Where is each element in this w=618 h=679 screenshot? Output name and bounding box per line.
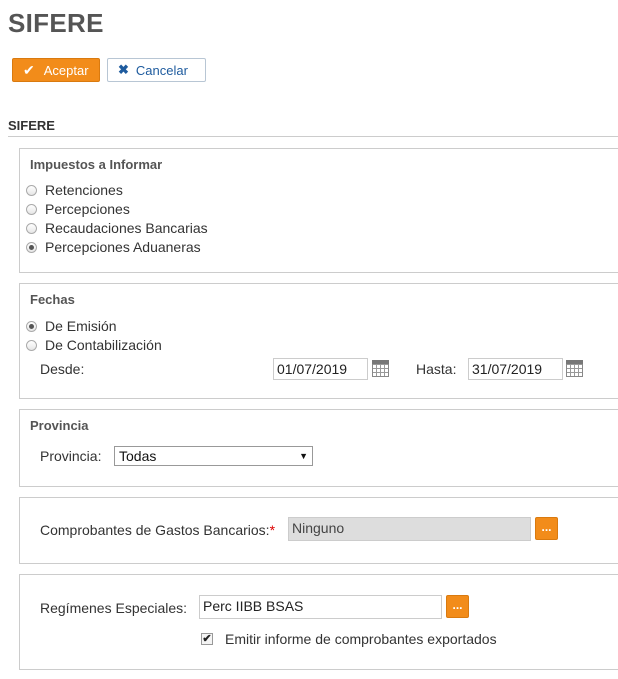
provincia-select[interactable]: Todas ▼ <box>114 446 313 466</box>
regimenes-panel: Regímenes Especiales: Perc IIBB BSAS ...… <box>19 574 618 670</box>
provincia-selected-value: Todas <box>119 448 157 464</box>
regimenes-label: Regímenes Especiales: <box>40 600 188 616</box>
cancel-button-label: Cancelar <box>135 62 188 78</box>
provincia-title: Provincia <box>30 418 89 433</box>
radio-button-selected[interactable] <box>26 320 37 332</box>
gastos-lookup-button[interactable]: ... <box>535 517 558 540</box>
section-divider <box>8 136 618 137</box>
gastos-panel: Comprobantes de Gastos Bancarios:* Ningu… <box>19 497 618 564</box>
check-icon: ✔ <box>23 61 35 78</box>
gastos-label-text: Comprobantes de Gastos Bancarios: <box>40 522 270 538</box>
radio-button[interactable] <box>26 184 37 196</box>
calendar-icon[interactable] <box>566 360 583 377</box>
section-heading: SIFERE <box>8 118 55 133</box>
provincia-panel: Provincia Provincia: Todas ▼ <box>19 409 618 487</box>
close-icon: ✖ <box>118 62 129 77</box>
required-mark: * <box>269 522 276 538</box>
radio-percepciones[interactable]: Percepciones <box>26 201 130 217</box>
regimenes-lookup-button[interactable]: ... <box>446 595 469 618</box>
cancel-button[interactable]: ✖ Cancelar <box>107 58 206 82</box>
accept-button[interactable]: ✔ Aceptar <box>12 58 100 82</box>
radio-de-emision[interactable]: De Emisión <box>26 318 117 334</box>
page-title: SIFERE <box>8 8 104 38</box>
radio-label: De Contabilización <box>45 337 162 353</box>
radio-button[interactable] <box>26 339 37 351</box>
radio-label: Retenciones <box>45 182 123 198</box>
export-report-label: Emitir informe de comprobantes exportado… <box>225 631 497 647</box>
accept-button-label: Aceptar <box>43 62 89 78</box>
calendar-icon[interactable] <box>372 360 389 377</box>
radio-percepciones-aduaneras[interactable]: Percepciones Aduaneras <box>26 239 201 255</box>
desde-date-input[interactable]: 01/07/2019 <box>273 358 368 380</box>
radio-retenciones[interactable]: Retenciones <box>26 182 123 198</box>
impuestos-title: Impuestos a Informar <box>30 157 163 172</box>
radio-recaudaciones-bancarias[interactable]: Recaudaciones Bancarias <box>26 220 208 236</box>
desde-label: Desde: <box>40 361 85 377</box>
provincia-label: Provincia: <box>40 448 102 464</box>
radio-button[interactable] <box>26 222 37 234</box>
regimenes-field[interactable]: Perc IIBB BSAS <box>199 595 442 619</box>
hasta-date-input[interactable]: 31/07/2019 <box>468 358 563 380</box>
radio-label: De Emisión <box>45 318 117 334</box>
export-report-checkbox[interactable]: ✔ <box>201 633 213 645</box>
radio-button[interactable] <box>26 203 37 215</box>
hasta-label: Hasta: <box>416 361 457 377</box>
fechas-title: Fechas <box>30 292 75 307</box>
radio-button-selected[interactable] <box>26 241 37 253</box>
fechas-panel: Fechas De Emisión De Contabilización Des… <box>19 283 618 399</box>
chevron-down-icon: ▼ <box>299 451 308 461</box>
radio-label: Recaudaciones Bancarias <box>45 220 208 236</box>
gastos-bancarios-field: Ninguno <box>288 517 531 541</box>
radio-label: Percepciones <box>45 201 130 217</box>
radio-de-contabilizacion[interactable]: De Contabilización <box>26 337 162 353</box>
gastos-label: Comprobantes de Gastos Bancarios:* <box>40 522 275 538</box>
impuestos-panel: Impuestos a Informar Retenciones Percepc… <box>19 148 618 273</box>
radio-label: Percepciones Aduaneras <box>45 239 201 255</box>
